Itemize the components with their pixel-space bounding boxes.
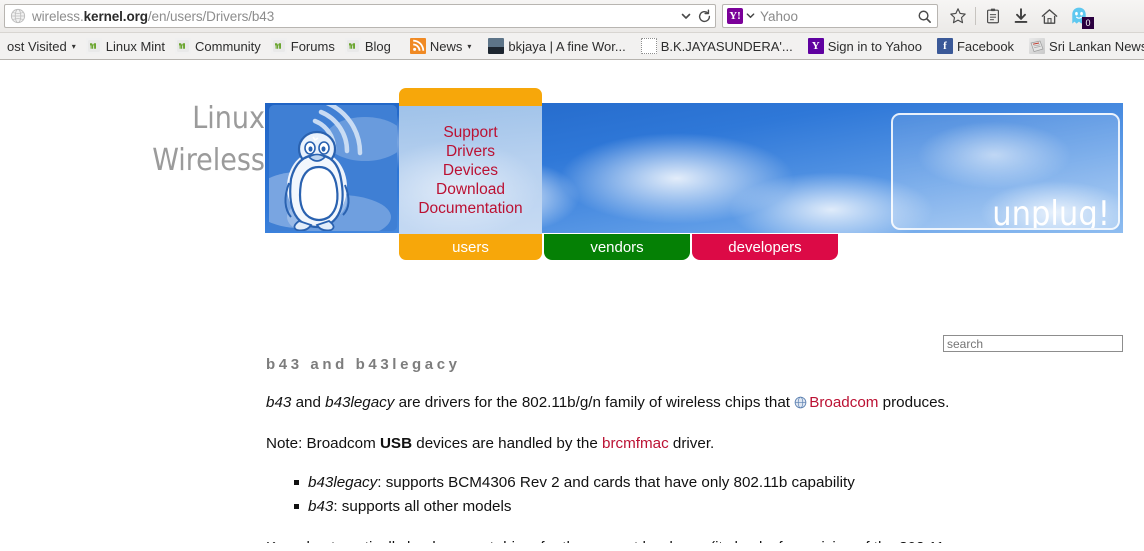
paragraph-intro: b43 and b43legacy are drivers for the 80… [266,391,1026,416]
site-banner: Linux Wireless Support Drivers Devices D… [0,88,1144,352]
nav-link-support[interactable]: Support [443,123,497,142]
bookmark-most-visited[interactable]: ost Visited ▾ [2,35,81,57]
bookmark-label: Forums [290,38,335,54]
list-item: b43: supports all other models [294,495,1026,518]
page-title: b43 and b43legacy [266,356,461,373]
reader-list-button[interactable] [980,3,1006,29]
bookmarks-toolbar: ost Visited ▾ Linux Mint Community Forum… [0,32,1144,59]
bookmark-label: Sign in to Yahoo [827,38,922,54]
bookmark-sri-lankan-newspapers[interactable]: Sri Lankan Newspa. [1019,35,1144,57]
page-content: Linux Wireless Support Drivers Devices D… [0,60,1144,543]
rss-icon [409,38,426,54]
bookmark-forums[interactable]: Forums [266,35,340,57]
blank-page-icon [640,38,657,54]
nav-link-drivers[interactable]: Drivers [446,142,495,161]
tab-vendors[interactable]: vendors [544,234,690,260]
nav-link-devices[interactable]: Devices [443,161,498,180]
tab-users[interactable]: users [399,234,542,260]
mint-icon [175,38,192,54]
bookmark-facebook[interactable]: f Facebook [927,35,1019,57]
search-magnifier-icon[interactable] [915,6,933,26]
search-engine-chevron-down-icon[interactable] [746,11,755,22]
site-identity-globe-icon [10,8,26,24]
chevron-down-icon: ▾ [467,41,472,51]
yahoo-icon: Y! [727,8,743,24]
list-item: b43legacy: supports BCM4306 Rev 2 and ca… [294,471,1026,494]
search-bar[interactable]: Y! Yahoo [722,4,938,28]
bookmark-sign-in-to-yahoo[interactable]: Y Sign in to Yahoo [798,35,927,57]
link-brcmfmac[interactable]: brcmfmac [602,435,669,452]
home-button[interactable] [1036,3,1062,29]
bookmark-news[interactable]: News ▾ [396,35,477,57]
unplug-panel: unplug! [891,113,1120,230]
driver-support-list: b43legacy: supports BCM4306 Rev 2 and ca… [266,471,1026,518]
logo-line-2: Wireless [152,143,265,178]
url-text: wireless.kernel.org/en/users/Drivers/b43 [32,8,275,24]
users-nav-links: Support Drivers Devices Download Documen… [399,106,542,234]
paragraph-kernel-autoload: Kernel automatically loads correct drive… [266,536,978,543]
site-logo: Linux Wireless [120,98,265,182]
bookmark-star-button[interactable] [945,3,971,29]
logo-line-1: Linux [192,101,265,136]
browser-chrome: wireless.kernel.org/en/users/Drivers/b43… [0,0,1144,60]
ghostery-button[interactable]: 0 [1064,3,1094,29]
photo-icon [488,38,505,54]
bookmark-label: Sri Lankan Newspa. [1049,38,1144,54]
nav-link-documentation[interactable]: Documentation [418,199,522,218]
newspaper-icon [1029,38,1046,54]
bookmark-community[interactable]: Community [170,35,266,57]
bookmark-label: B.K.JAYASUNDERA'... [660,38,793,54]
bookmark-bkjaya[interactable]: bkjaya | A fine Wor... [476,35,630,57]
unplug-slogan: unplug! [992,194,1110,230]
banner-strip: Support Drivers Devices Download Documen… [265,88,1123,260]
term-b43legacy: b43legacy [308,474,378,491]
emphasis-usb: USB [379,435,413,452]
link-broadcom[interactable]: Broadcom [809,394,878,411]
term-b43: b43 [266,394,292,411]
users-tab-top-cap [399,88,542,106]
bookmark-label: Blog [364,38,391,54]
mint-icon [85,38,102,54]
tab-developers[interactable]: developers [692,234,838,260]
reload-icon[interactable] [695,6,713,26]
search-input-placeholder[interactable]: Yahoo [760,9,915,24]
tux-penguin-wifi-logo [265,103,399,233]
bookmark-linux-mint[interactable]: Linux Mint [81,35,170,57]
mint-icon [270,38,287,54]
urlbar-dropdown-icon[interactable] [677,6,695,26]
term-b43legacy: b43legacy [325,394,395,411]
bookmark-label: bkjaya | A fine Wor... [508,38,626,54]
navigation-toolbar: wireless.kernel.org/en/users/Drivers/b43… [0,0,1144,32]
yahoo-icon: Y [807,38,824,54]
facebook-icon: f [936,38,953,54]
mint-icon [344,38,361,54]
paragraph-usb-note: Note: Broadcom USB devices are handled b… [266,435,715,452]
article-body: b43 and b43legacy b43 and b43legacy are … [266,356,1026,543]
bookmark-label: News [429,38,463,54]
bookmark-label: Linux Mint [105,38,166,54]
chevron-down-icon: ▾ [71,41,76,51]
bookmark-label: Facebook [956,38,1015,54]
external-link-globe-icon [794,393,807,416]
bookmark-blog[interactable]: Blog [340,35,396,57]
term-b43: b43 [308,498,334,515]
nav-panel-users: Support Drivers Devices Download Documen… [399,88,542,260]
bookmark-bkjayasundera[interactable]: B.K.JAYASUNDERA'... [631,35,798,57]
bookmark-label: ost Visited [7,38,67,54]
bookmark-label: Community [195,38,261,54]
address-bar[interactable]: wireless.kernel.org/en/users/Drivers/b43 [4,4,716,28]
downloads-button[interactable] [1008,3,1034,29]
site-search-input[interactable] [943,335,1123,352]
ghostery-badge-count: 0 [1082,17,1094,29]
nav-link-download[interactable]: Download [436,180,505,199]
toolbar-divider [975,7,976,25]
